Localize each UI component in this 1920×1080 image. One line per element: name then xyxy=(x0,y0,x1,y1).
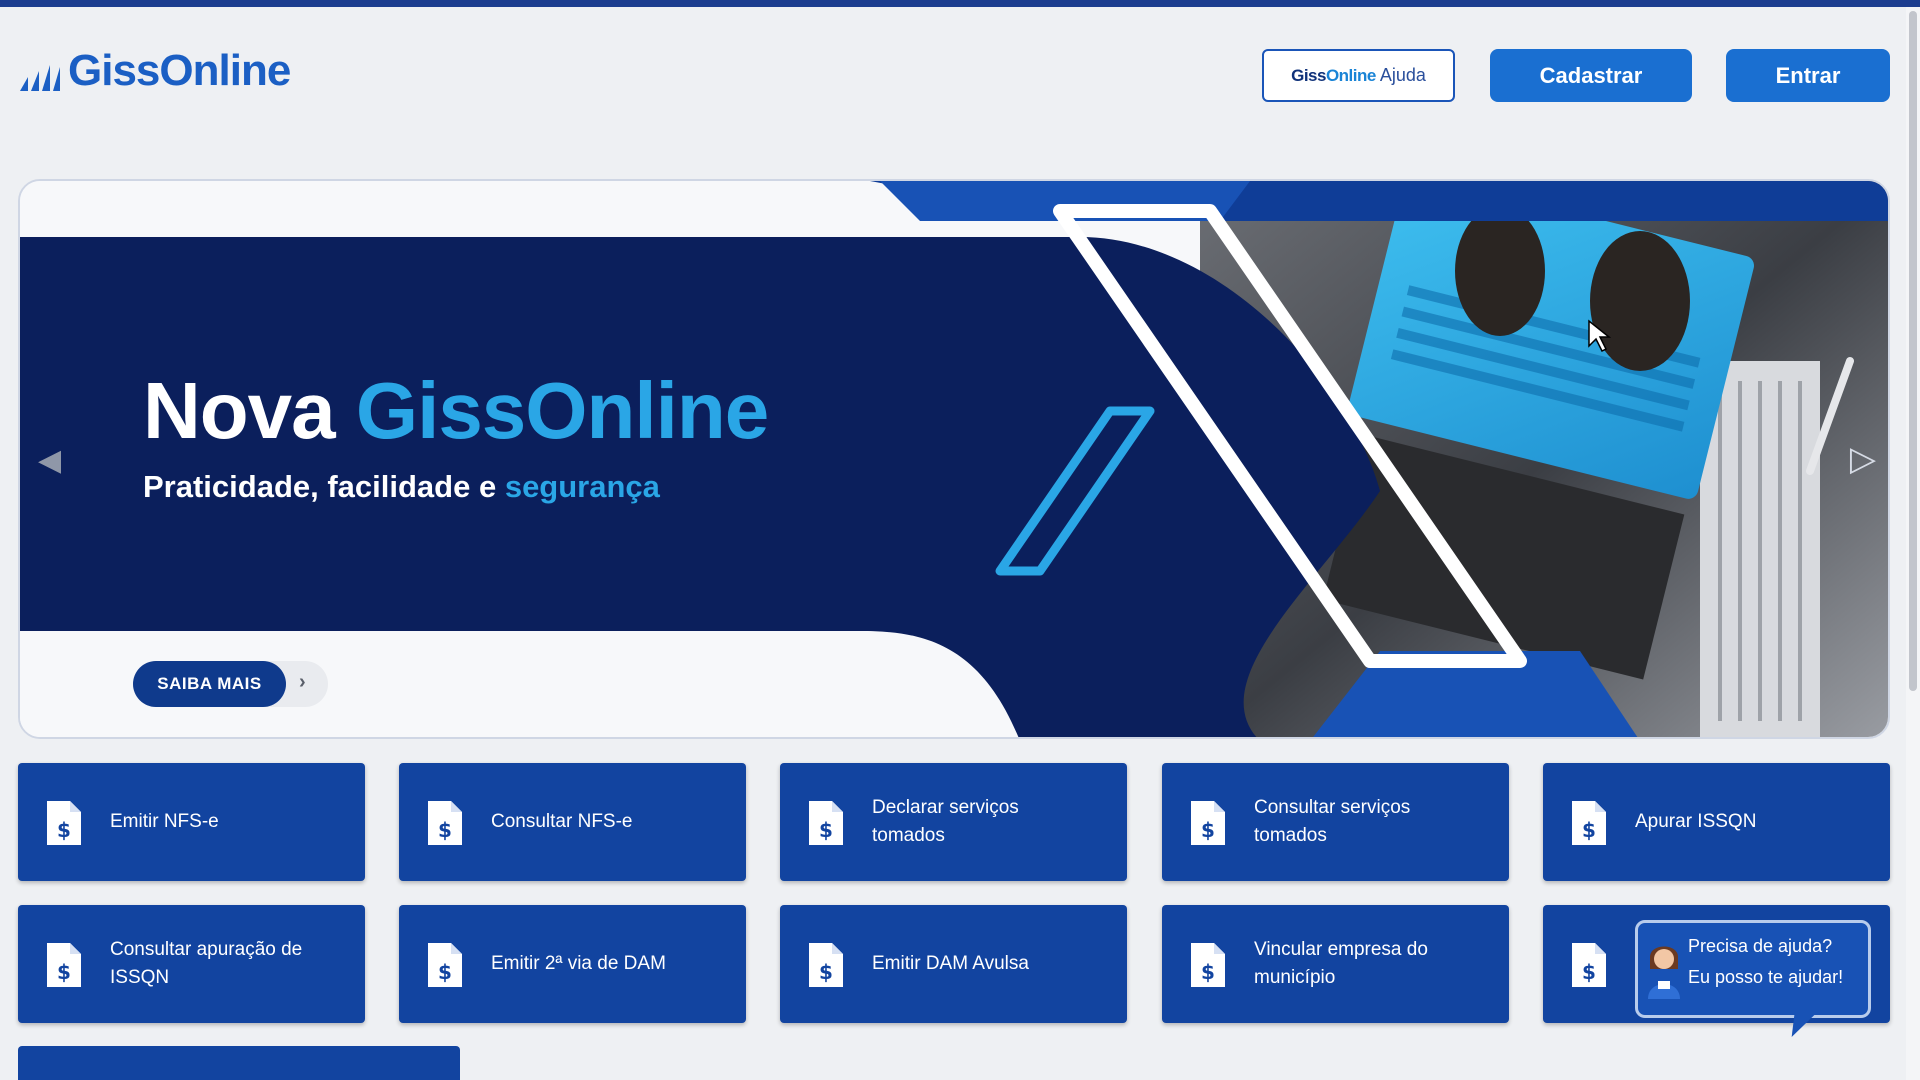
invoice-document-icon: $ xyxy=(47,943,81,987)
service-tile-consultar-servicos[interactable]: $ Consultar serviços tomados xyxy=(1162,763,1509,881)
invoice-document-icon: $ xyxy=(1572,943,1606,987)
banner-title: Nova GissOnline xyxy=(143,371,769,451)
saiba-mais-button[interactable]: SAIBA MAIS › xyxy=(133,661,328,707)
chevron-right-icon: › xyxy=(299,671,306,693)
service-tile-label: Vincular empresa do município xyxy=(1254,939,1428,988)
invoice-document-icon: $ xyxy=(1572,801,1606,845)
help-brand-part-b: Online xyxy=(1325,65,1376,85)
service-tile-declarar-servicos[interactable]: $ Declarar serviços tomados xyxy=(780,763,1127,881)
service-tile-consultar-apuracao[interactable]: $ Consultar apuração de ISSQN xyxy=(18,905,365,1023)
chat-line-2: Eu posso te ajudar! xyxy=(1688,967,1844,987)
register-button[interactable]: Cadastrar xyxy=(1490,49,1692,102)
service-tile-consultar-nfse[interactable]: $ Consultar NFS-e xyxy=(399,763,746,881)
page-scrollbar[interactable] xyxy=(1906,7,1920,1080)
banner-artwork xyxy=(20,181,1888,737)
service-tile-label: Emitir 2ª via de DAM xyxy=(491,953,666,974)
top-accent-strip xyxy=(0,0,1920,7)
svg-text:$: $ xyxy=(57,818,71,842)
service-tile-vincular-empresa[interactable]: $ Vincular empresa do município xyxy=(1162,905,1509,1023)
svg-text:$: $ xyxy=(1582,960,1596,984)
login-button[interactable]: Entrar xyxy=(1726,49,1890,102)
service-tile-label: Consultar NFS-e xyxy=(491,811,633,832)
svg-text:$: $ xyxy=(57,960,71,984)
service-tile-label: Emitir DAM Avulsa xyxy=(872,953,1029,974)
hero-carousel[interactable]: Nova GissOnline Praticidade, facilidade … xyxy=(18,179,1890,739)
svg-text:$: $ xyxy=(438,818,452,842)
service-tile-label: Consultar apuração de ISSQN xyxy=(110,939,303,988)
carousel-prev-arrow-icon[interactable]: ◀ xyxy=(38,443,61,478)
saiba-mais-label: SAIBA MAIS xyxy=(133,661,286,707)
logo-text: GissOnline xyxy=(68,46,291,95)
scrollbar-thumb[interactable] xyxy=(1909,11,1917,691)
svg-text:$: $ xyxy=(819,818,833,842)
banner-subtitle-accent: segurança xyxy=(504,469,660,504)
invoice-document-icon: $ xyxy=(809,801,843,845)
invoice-document-icon: $ xyxy=(1191,801,1225,845)
service-tile-label: Apurar ISSQN xyxy=(1635,811,1757,832)
service-tile-label: Consultar serviços tomados xyxy=(1254,797,1411,846)
svg-text:$: $ xyxy=(438,960,452,984)
banner-subtitle: Praticidade, facilidade e segurança xyxy=(143,469,660,505)
logo-bars-icon xyxy=(20,65,60,91)
invoice-document-icon: $ xyxy=(428,943,462,987)
help-brand: GissOnline xyxy=(1291,66,1376,86)
help-label: Ajuda xyxy=(1379,65,1426,85)
partial-service-tile[interactable] xyxy=(18,1046,460,1080)
carousel-next-arrow-icon[interactable]: ▷ xyxy=(1850,439,1876,479)
gissonline-help-button[interactable]: GissOnline Ajuda xyxy=(1262,49,1455,102)
banner-title-accent: GissOnline xyxy=(355,366,769,455)
banner-title-plain: Nova xyxy=(143,366,336,455)
svg-text:$: $ xyxy=(1201,818,1215,842)
invoice-document-icon: $ xyxy=(809,943,843,987)
svg-text:$: $ xyxy=(1201,960,1215,984)
svg-text:$: $ xyxy=(1582,818,1596,842)
service-tile-emitir-dam-avulsa[interactable]: $ Emitir DAM Avulsa xyxy=(780,905,1127,1023)
service-tile-emitir-2via-dam[interactable]: $ Emitir 2ª via de DAM xyxy=(399,905,746,1023)
help-chat-widget[interactable]: Precisa de ajuda? Eu posso te ajudar! xyxy=(1635,920,1871,1037)
invoice-document-icon: $ xyxy=(47,801,81,845)
service-tile-emitir-nfse[interactable]: $ Emitir NFS-e xyxy=(18,763,365,881)
svg-text:$: $ xyxy=(819,960,833,984)
invoice-document-icon: $ xyxy=(1191,943,1225,987)
chat-line-1: Precisa de ajuda? xyxy=(1688,936,1833,956)
gissonline-logo[interactable]: GissOnline xyxy=(18,46,291,95)
service-tile-label: Declarar serviços tomados xyxy=(872,797,1019,846)
assistant-avatar-icon xyxy=(1648,946,1680,999)
site-header: GissOnline GissOnline Ajuda Cadastrar En… xyxy=(0,7,1906,147)
banner-subtitle-plain: Praticidade, facilidade e xyxy=(143,469,497,504)
service-tile-apurar-issqn[interactable]: $ Apurar ISSQN xyxy=(1543,763,1890,881)
help-brand-part-a: Giss xyxy=(1291,65,1326,85)
invoice-document-icon: $ xyxy=(428,801,462,845)
service-tile-label: Emitir NFS-e xyxy=(110,811,219,832)
